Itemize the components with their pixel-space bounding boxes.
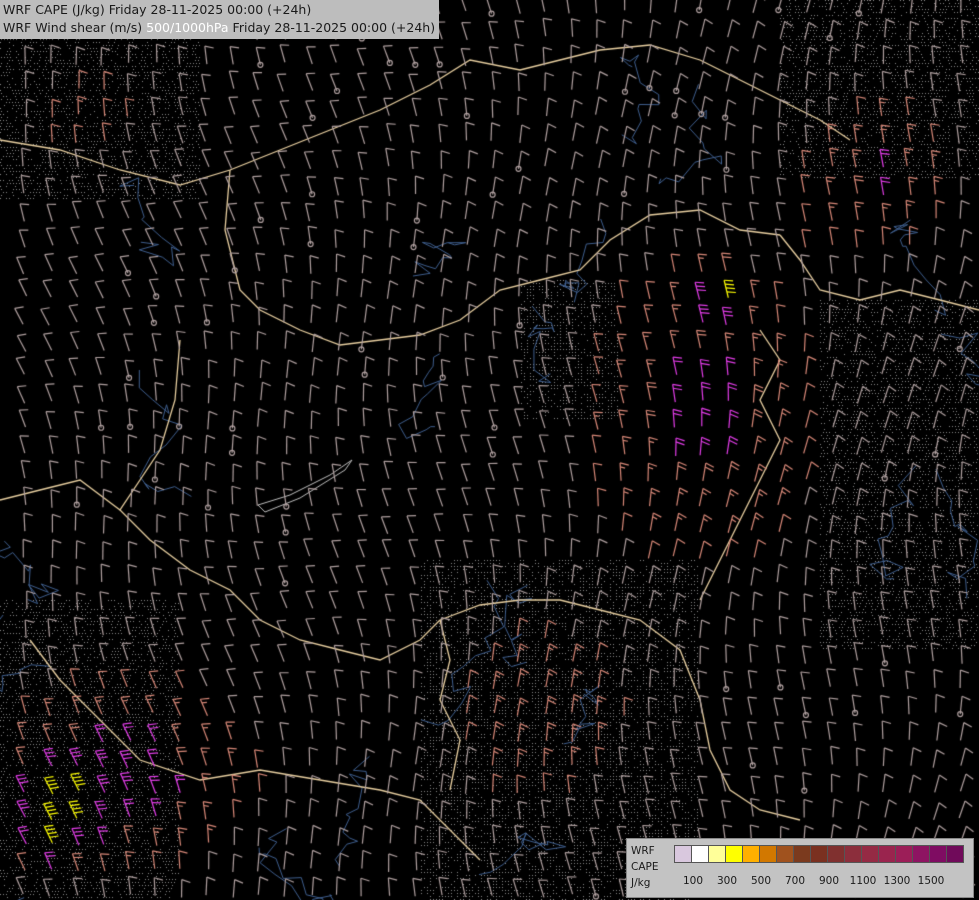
header-cape-title: WRF CAPE (J/kg) Friday 28-11-2025 00:00 … — [3, 2, 312, 17]
legend-swatch — [946, 845, 964, 863]
legend-tick-label: 1100 — [849, 875, 877, 887]
header-shear-level: 500/1000hPa — [146, 20, 229, 35]
map-header: WRF CAPE (J/kg) Friday 28-11-2025 00:00 … — [0, 0, 440, 39]
legend-swatch — [844, 845, 862, 863]
legend-tick-label: 300 — [716, 875, 738, 887]
header-shear-suffix: Friday 28-11-2025 00:00 (+24h) — [228, 20, 436, 35]
cape-legend: WRF CAPE J/kg 100 300 500 700 900 1100 1300 150… — [626, 838, 974, 898]
legend-swatch — [895, 845, 913, 863]
legend-swatch — [674, 845, 692, 863]
legend-model-label: WRF — [631, 845, 655, 857]
legend-swatch — [810, 845, 828, 863]
legend-color-scale — [674, 845, 964, 863]
legend-swatch — [861, 845, 879, 863]
legend-variable-label: CAPE — [631, 861, 659, 873]
legend-swatch — [691, 845, 709, 863]
header-shear-title: WRF Wind shear (m/s) 500/1000hPa Friday … — [3, 19, 435, 37]
legend-swatch — [725, 845, 743, 863]
legend-swatch — [708, 845, 726, 863]
wind-shear-cape-map — [0, 0, 979, 900]
legend-swatch — [929, 845, 947, 863]
legend-ticks: 100 300 500 700 900 1100 1300 1500 — [674, 875, 974, 889]
legend-swatch — [827, 845, 845, 863]
legend-swatch — [776, 845, 794, 863]
legend-tick-label: 1500 — [917, 875, 945, 887]
legend-tick-label: 900 — [818, 875, 840, 887]
legend-swatch — [742, 845, 760, 863]
legend-swatch — [759, 845, 777, 863]
legend-tick-label: 700 — [784, 875, 806, 887]
header-shear-prefix: WRF Wind shear (m/s) — [3, 20, 147, 35]
legend-swatch — [793, 845, 811, 863]
legend-swatch — [912, 845, 930, 863]
legend-tick-label: 500 — [750, 875, 772, 887]
legend-swatch — [878, 845, 896, 863]
legend-tick-label: 100 — [682, 875, 704, 887]
legend-unit-label: J/kg — [631, 877, 651, 889]
legend-tick-label: 1300 — [883, 875, 911, 887]
